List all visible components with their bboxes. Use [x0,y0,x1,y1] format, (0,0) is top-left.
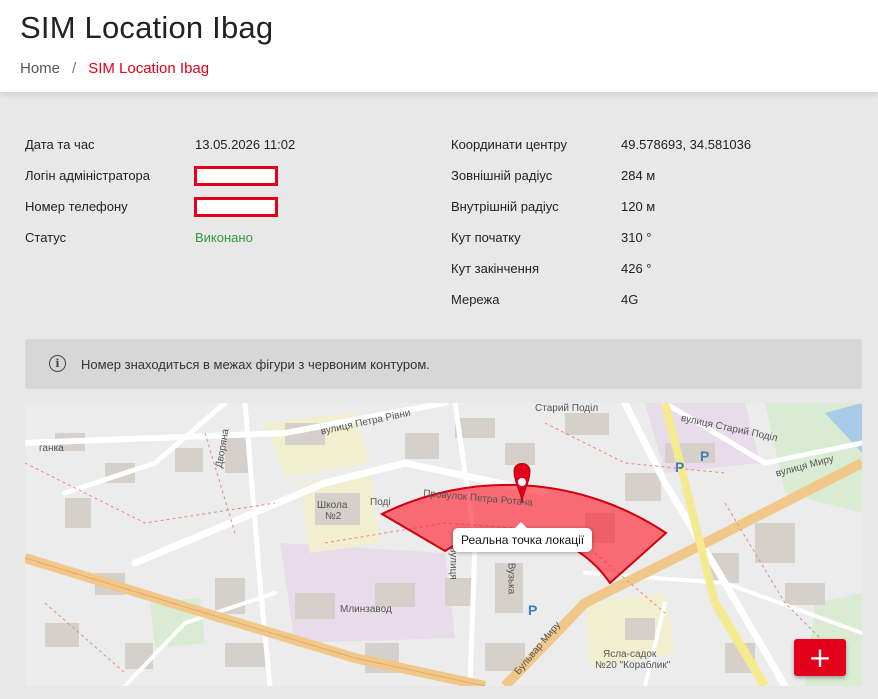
map-label-school-number: №2 [325,511,342,522]
map-label-kindergarten-name: №20 "Кораблик" [595,660,671,671]
parking-icon-3: P [528,602,538,618]
center-coordinates-value: 49.578693, 34.581036 [621,137,752,152]
alert-text: Номер знаходиться в межах фігури з черво… [81,357,430,372]
admin-login-label: Логін адміністратора [25,168,151,183]
phone-number-label: Номер телефону [25,199,128,214]
map-label-kindergarten: Ясла-садок [603,649,657,660]
network-value: 4G [621,292,639,307]
breadcrumb-separator: / [72,60,77,77]
start-angle-label: Кут початку [451,230,521,245]
map-label-mlynzavod: Млинзавод [340,604,392,615]
breadcrumb-current: SIM Location Ibag [88,60,210,77]
datetime-value: 13.05.2026 11:02 [195,137,296,152]
end-angle-value: 426 ° [621,261,652,276]
start-angle-value: 310 ° [621,230,652,245]
status-value: Виконано [195,230,253,245]
map-label-vuzka: Вузька [505,562,517,595]
map-label-school: Школа [317,500,348,511]
zoom-in-button[interactable]: + [794,639,846,676]
parking-icon: P [675,459,685,475]
breadcrumb: Home / SIM Location Ibag [20,60,209,77]
center-coordinates-label: Координати центру [451,137,568,152]
location-pin-dot [518,478,526,486]
map-label-starii-podil: Старий Поділ [535,403,599,414]
inner-radius-value: 120 м [621,199,656,214]
network-label: Мережа [451,292,500,307]
info-icon: i [49,355,66,372]
breadcrumb-home-link[interactable]: Home [20,60,60,77]
admin-login-redacted [194,166,278,186]
location-map[interactable]: ганка вулиця Петра Рівни Провулок Петра … [25,403,862,686]
map-label-ganka: ганка [39,443,64,454]
outer-radius-value: 284 м [621,168,656,183]
outer-radius-label: Зовнішній радіус [451,168,553,183]
status-label: Статус [25,230,67,245]
real-location-tooltip: Реальна точка локації [453,522,593,552]
phone-number-redacted [194,197,278,217]
page-title: SIM Location Ibag [20,10,274,45]
info-alert: i Номер знаходиться в межах фігури з чер… [25,339,862,389]
map-canvas [25,403,862,686]
map-label-vulytsia: вулиця [447,547,459,580]
map-label-podil: Поді [370,497,391,508]
page-header: SIM Location Ibag Home / SIM Location Ibag [0,0,878,92]
end-angle-label: Кут закінчення [451,261,539,276]
inner-radius-label: Внутрішній радіус [451,199,559,214]
parking-icon-2: P [700,448,710,464]
datetime-label: Дата та час [25,137,95,152]
